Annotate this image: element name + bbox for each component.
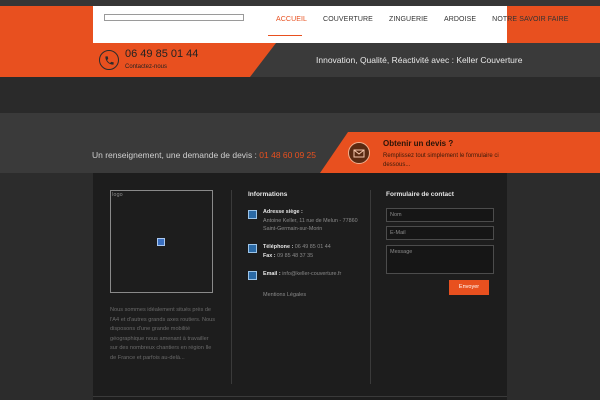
- logo-alt-text: logo: [112, 192, 123, 198]
- email-label: Email :: [263, 271, 281, 277]
- address-label: Adresse siège :: [263, 209, 303, 215]
- legal-link[interactable]: Mentions Légales: [263, 292, 306, 298]
- envelope-icon: [348, 142, 370, 164]
- contact-form-title: Formulaire de contact: [386, 191, 454, 198]
- hero-area: [0, 77, 600, 113]
- devis-title: Obtenir un devis ?: [383, 139, 454, 148]
- header-phone[interactable]: 06 49 85 01 44: [125, 48, 198, 60]
- quote-request-line: Un renseignement, une demande de devis :…: [92, 150, 316, 160]
- nav-item-ardoise[interactable]: ARDOISE: [436, 16, 484, 23]
- logo-placeholder[interactable]: [104, 14, 244, 21]
- quote-request-text: Un renseignement, une demande de devis :: [92, 150, 257, 160]
- nav-bar: [93, 6, 507, 43]
- tagline: Innovation, Qualité, Réactivité avec : K…: [316, 55, 523, 65]
- address-icon: [248, 210, 257, 219]
- contact-us-link[interactable]: Contactez-nous: [125, 64, 167, 70]
- email-value[interactable]: info@keller-couverture.fr: [282, 271, 341, 277]
- phone-info-icon: [248, 244, 257, 253]
- message-field[interactable]: Message: [386, 245, 494, 274]
- about-text: Nous sommes idéalement situés près de l'…: [110, 307, 216, 361]
- name-field[interactable]: Nom: [386, 208, 494, 222]
- nav-item-couverture[interactable]: COUVERTURE: [315, 16, 381, 23]
- column-divider: [231, 190, 232, 384]
- informations-title: Informations: [248, 191, 288, 198]
- fax-label: Fax :: [263, 252, 276, 259]
- broken-image-icon: [157, 238, 165, 246]
- address-value: Antoine Keller, 11 rue de Melun - 77860 …: [263, 217, 358, 233]
- main-nav: ACCUEIL COUVERTURE ZINGUERIE ARDOISE NOT…: [268, 16, 577, 23]
- email-field[interactable]: E-Mail: [386, 226, 494, 240]
- devis-subtitle: Remplissez tout simplement le formulaire…: [383, 153, 499, 168]
- quote-request-phone[interactable]: 01 48 60 09 25: [259, 150, 316, 160]
- submit-button[interactable]: Envoyer: [449, 280, 489, 295]
- phone-block: Téléphone : 06 49 85 01 44 Fax : 09 85 4…: [263, 243, 373, 260]
- nav-item-zinguerie[interactable]: ZINGUERIE: [381, 16, 436, 23]
- email-block: Email : info@keller-couverture.fr: [263, 270, 373, 279]
- active-nav-indicator: [268, 35, 302, 36]
- phone-value[interactable]: 06 49 85 01 44: [295, 244, 331, 250]
- email-icon: [248, 271, 257, 280]
- footer-bottom-divider: [93, 396, 507, 397]
- nav-item-savoir-faire[interactable]: NOTRE SAVOIR FAIRE: [484, 16, 576, 23]
- address-block: Adresse siège : Antoine Keller, 11 rue d…: [263, 208, 373, 234]
- nav-item-accueil[interactable]: ACCUEIL: [268, 16, 315, 23]
- fax-value: 09 85 48 37 35: [277, 252, 314, 259]
- phone-label: Téléphone :: [263, 244, 294, 250]
- phone-icon: [99, 50, 119, 70]
